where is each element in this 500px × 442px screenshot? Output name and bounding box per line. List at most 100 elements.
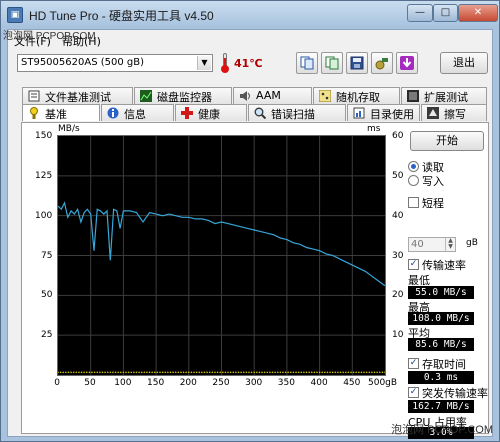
tab-random-access[interactable]: 随机存取 bbox=[313, 87, 400, 104]
access-time-point bbox=[193, 371, 195, 374]
access-time-point bbox=[112, 371, 114, 374]
access-time-point bbox=[91, 371, 93, 374]
access-time-point bbox=[146, 371, 148, 374]
info-icon bbox=[107, 107, 119, 119]
access-time-point bbox=[117, 371, 119, 374]
access-time-point bbox=[88, 371, 91, 374]
y-right-unit: ms bbox=[367, 124, 381, 134]
read-radio[interactable] bbox=[408, 161, 419, 172]
benchmark-panel: MB/s ms 150 125 100 75 50 25 60 50 40 30 20 10 0 50 10… bbox=[21, 122, 489, 439]
tab-health[interactable]: 健康 bbox=[175, 104, 247, 121]
burst-rate-label: 突发传输速率 bbox=[422, 387, 488, 400]
access-time-point bbox=[263, 371, 266, 374]
chart-svg bbox=[57, 136, 386, 375]
access-time-point bbox=[177, 371, 180, 374]
access-time-checkbox[interactable]: ✓ bbox=[408, 358, 419, 369]
access-time-point bbox=[344, 371, 347, 374]
access-time-point bbox=[167, 371, 169, 374]
save-button[interactable] bbox=[346, 52, 368, 74]
drive-select-value: ST95005620AS (500 gB) bbox=[21, 57, 144, 68]
transfer-rate-checkbox[interactable]: ✓ bbox=[408, 259, 419, 270]
window-title: HD Tune Pro - 硬盘实用工具 v4.50 bbox=[29, 9, 214, 23]
tab-disk-monitor[interactable]: 磁盘监控器 bbox=[134, 87, 232, 104]
tab-file-benchmark[interactable]: 文件基准测试 bbox=[22, 87, 133, 104]
access-time-point bbox=[122, 371, 125, 374]
access-time-point bbox=[300, 371, 303, 374]
access-time-point bbox=[339, 371, 342, 374]
access-time-point bbox=[295, 371, 297, 374]
copy-info-button[interactable] bbox=[321, 52, 343, 74]
access-time-point bbox=[219, 371, 221, 374]
avg-value: 85.6 MB/s bbox=[408, 338, 474, 351]
tab-extra-tests[interactable]: 扩展测试 bbox=[401, 87, 487, 104]
access-time-point bbox=[337, 371, 339, 374]
tab-error-scan[interactable]: 错误扫描 bbox=[248, 104, 346, 121]
spinner-arrows-icon[interactable]: ▲ ▼ bbox=[445, 238, 455, 251]
access-time-point bbox=[235, 371, 237, 374]
access-time-point bbox=[292, 371, 295, 374]
chevron-down-icon[interactable]: ▼ bbox=[197, 56, 211, 70]
access-time-point bbox=[214, 371, 216, 374]
tab-benchmark[interactable]: 基准 bbox=[22, 104, 100, 121]
access-time-point bbox=[313, 371, 316, 374]
access-time-point bbox=[85, 371, 88, 374]
tab-error-scan-label: 错误扫描 bbox=[271, 108, 315, 121]
access-time-point bbox=[109, 371, 112, 374]
access-time-point bbox=[151, 371, 153, 374]
access-time-point bbox=[135, 371, 138, 374]
tab-erase[interactable]: 擦写 bbox=[421, 104, 487, 121]
access-time-point bbox=[104, 371, 106, 374]
options-button[interactable] bbox=[371, 52, 393, 74]
min-value: 55.0 MB/s bbox=[408, 286, 474, 299]
exit-button[interactable]: 退出 bbox=[440, 52, 488, 74]
access-time-point bbox=[59, 371, 62, 374]
access-time-point bbox=[250, 371, 253, 374]
y-left-tick-label: 25 bbox=[41, 330, 53, 341]
y-left-tick-label: 50 bbox=[41, 290, 53, 301]
close-button[interactable]: ✕ bbox=[458, 4, 498, 22]
start-button[interactable]: 开始 bbox=[410, 131, 484, 151]
transfer-rate-label: 传输速率 bbox=[422, 259, 466, 272]
minimize-button[interactable]: — bbox=[407, 4, 433, 22]
title-bar[interactable]: ▣ HD Tune Pro - 硬盘实用工具 v4.50 — □ ✕ bbox=[1, 1, 499, 28]
tab-aam[interactable]: AAM bbox=[233, 87, 312, 104]
access-time-point bbox=[253, 371, 255, 374]
short-stroke-checkbox[interactable] bbox=[408, 197, 419, 208]
write-radio[interactable] bbox=[408, 175, 419, 186]
benchmark-icon bbox=[30, 107, 38, 119]
maximize-button[interactable]: □ bbox=[433, 4, 458, 22]
access-time-point bbox=[358, 371, 360, 374]
x-tick-label: 350 bbox=[277, 378, 295, 388]
access-time-point bbox=[316, 371, 318, 374]
short-stroke-spinner[interactable]: 40 ▲ ▼ bbox=[408, 237, 456, 252]
speaker-icon bbox=[240, 91, 250, 101]
access-time-point bbox=[376, 371, 378, 374]
access-time-point bbox=[211, 371, 214, 374]
burst-rate-checkbox[interactable]: ✓ bbox=[408, 387, 419, 398]
access-time-point bbox=[127, 371, 130, 374]
access-time-point bbox=[195, 371, 198, 374]
short-stroke-value: 40 bbox=[411, 239, 424, 250]
access-time-point bbox=[78, 371, 80, 374]
tab-info[interactable]: 信息 bbox=[101, 104, 174, 121]
access-time-point bbox=[222, 371, 224, 374]
access-time-point bbox=[248, 371, 250, 374]
random-access-icon bbox=[319, 90, 331, 102]
tab-folder-usage[interactable]: 目录使用 bbox=[347, 104, 420, 121]
drive-select[interactable]: ST95005620AS (500 gB) ▼ bbox=[17, 54, 213, 72]
tab-file-benchmark-label: 文件基准测试 bbox=[45, 91, 111, 104]
x-tick-label: 250 bbox=[212, 378, 230, 388]
thermometer-icon bbox=[221, 53, 229, 73]
tab-health-label: 健康 bbox=[198, 108, 220, 121]
access-time-point bbox=[321, 371, 324, 374]
access-time-point bbox=[62, 371, 65, 374]
x-tick-label: 0 bbox=[54, 378, 61, 388]
y-left-unit: MB/s bbox=[58, 124, 80, 134]
screenshot-button[interactable] bbox=[396, 52, 418, 74]
access-time-point bbox=[130, 371, 133, 374]
access-time-label: 存取时间 bbox=[422, 358, 466, 371]
copy-text-button[interactable] bbox=[296, 52, 318, 74]
access-time-point bbox=[297, 371, 300, 374]
y-right-tick-label: 30 bbox=[392, 250, 404, 261]
access-time-point bbox=[324, 371, 326, 374]
